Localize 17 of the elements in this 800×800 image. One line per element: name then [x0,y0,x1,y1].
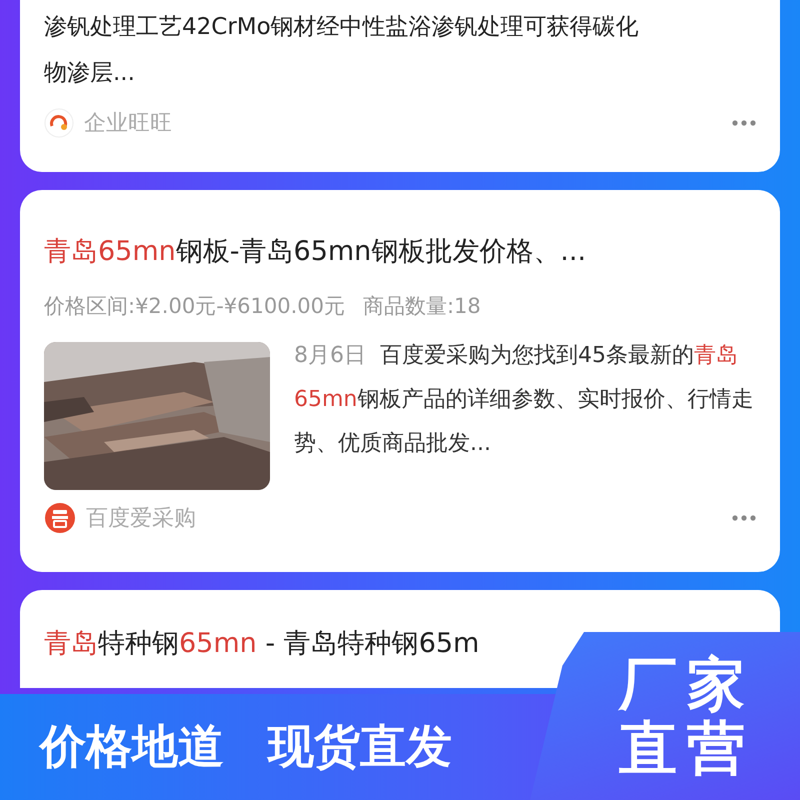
snippet-text: 渗钒处理工艺42CrMo钢材经中性盐浴渗钒处理可获得碳化 [44,13,640,42]
source-name: 企业旺旺 [84,110,172,138]
item-count: 商品数量:18 [362,293,481,320]
slogan-text: 现货直发 [268,718,452,775]
result-title[interactable]: 青岛65mn钢板-青岛65mn钢板批发价格、... [44,234,756,270]
slogan-text: 价格地道 [40,718,224,775]
logo-icon [44,108,74,138]
more-icon[interactable] [732,120,756,126]
more-icon[interactable] [732,515,756,521]
description: 8月6日 百度爱采购为您找到45条最新的青岛65mn钢板产品的详细参数、实时报价、行情走势、优质商品批发... [294,342,754,458]
price-range: 价格区间:¥2.00元-¥6100.00元 [44,293,345,320]
badge-text: 直营 [619,716,755,780]
result-card[interactable]: 青岛65mn钢板-青岛65mn钢板批发价格、... 价格区间:¥2.00元-¥6100.00元 商品数量:18 8月6日 百度爱采购为您找到45条最新的青岛65mn钢板产品的详细参数、实时报价、行情走势、优质商品批发... 百度爱采购 [20,190,780,572]
source-name: 百度爱采购 [86,505,196,533]
result-card[interactable]: 渗钒处理工艺42CrMo钢材经中性盐浴渗钒处理可获得碳化 物渗层... 企业旺旺 [20,0,780,172]
logo-icon [44,502,76,534]
snippet-text: 物渗层... [44,59,136,88]
